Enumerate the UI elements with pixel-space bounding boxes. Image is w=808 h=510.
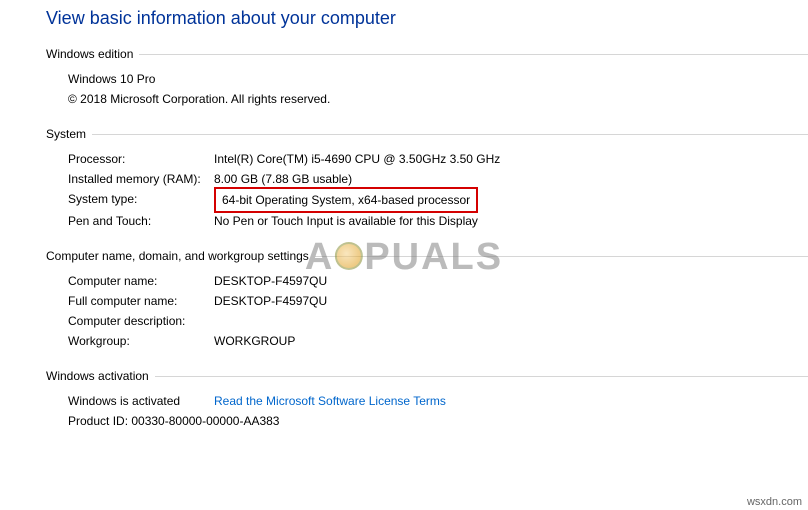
section-header-edition: Windows edition <box>46 47 808 61</box>
ram-label: Installed memory (RAM): <box>68 169 214 189</box>
processor-label: Processor: <box>68 149 214 169</box>
section-header-edition-label: Windows edition <box>46 47 139 61</box>
license-terms-link[interactable]: Read the Microsoft Software License Term… <box>214 391 446 411</box>
computer-description-label: Computer description: <box>68 311 214 331</box>
section-body-domain: Computer name: DESKTOP-F4597QU Full comp… <box>46 271 808 351</box>
processor-value: Intel(R) Core(TM) i5-4690 CPU @ 3.50GHz … <box>214 149 808 169</box>
section-header-system: System <box>46 127 808 141</box>
section-body-edition: Windows 10 Pro © 2018 Microsoft Corporat… <box>46 69 808 109</box>
pen-touch-value: No Pen or Touch Input is available for t… <box>214 211 808 231</box>
section-header-activation: Windows activation <box>46 369 808 383</box>
source-note: wsxdn.com <box>747 496 802 508</box>
computer-description-value <box>214 311 808 331</box>
section-header-system-label: System <box>46 127 92 141</box>
section-header-domain: Computer name, domain, and workgroup set… <box>46 249 808 263</box>
workgroup-value: WORKGROUP <box>214 331 808 351</box>
copyright-text: © 2018 Microsoft Corporation. All rights… <box>68 89 808 109</box>
ram-value: 8.00 GB (7.88 GB usable) <box>214 169 808 189</box>
computer-name-value: DESKTOP-F4597QU <box>214 271 808 291</box>
workgroup-label: Workgroup: <box>68 331 214 351</box>
pen-touch-label: Pen and Touch: <box>68 211 214 231</box>
section-header-activation-label: Windows activation <box>46 369 155 383</box>
activation-status: Windows is activated <box>68 391 202 411</box>
section-body-system: Processor: Intel(R) Core(TM) i5-4690 CPU… <box>46 149 808 231</box>
section-header-domain-label: Computer name, domain, and workgroup set… <box>46 249 315 263</box>
page-title: View basic information about your comput… <box>46 8 808 29</box>
product-id: Product ID: 00330-80000-00000-AA383 <box>68 411 808 431</box>
section-body-activation: Windows is activated Read the Microsoft … <box>46 391 808 431</box>
full-computer-name-value: DESKTOP-F4597QU <box>214 291 808 311</box>
windows-product: Windows 10 Pro <box>68 69 808 89</box>
system-type-value: 64-bit Operating System, x64-based proce… <box>214 187 478 213</box>
system-type-label: System type: <box>68 189 214 211</box>
full-computer-name-label: Full computer name: <box>68 291 214 311</box>
computer-name-label: Computer name: <box>68 271 214 291</box>
